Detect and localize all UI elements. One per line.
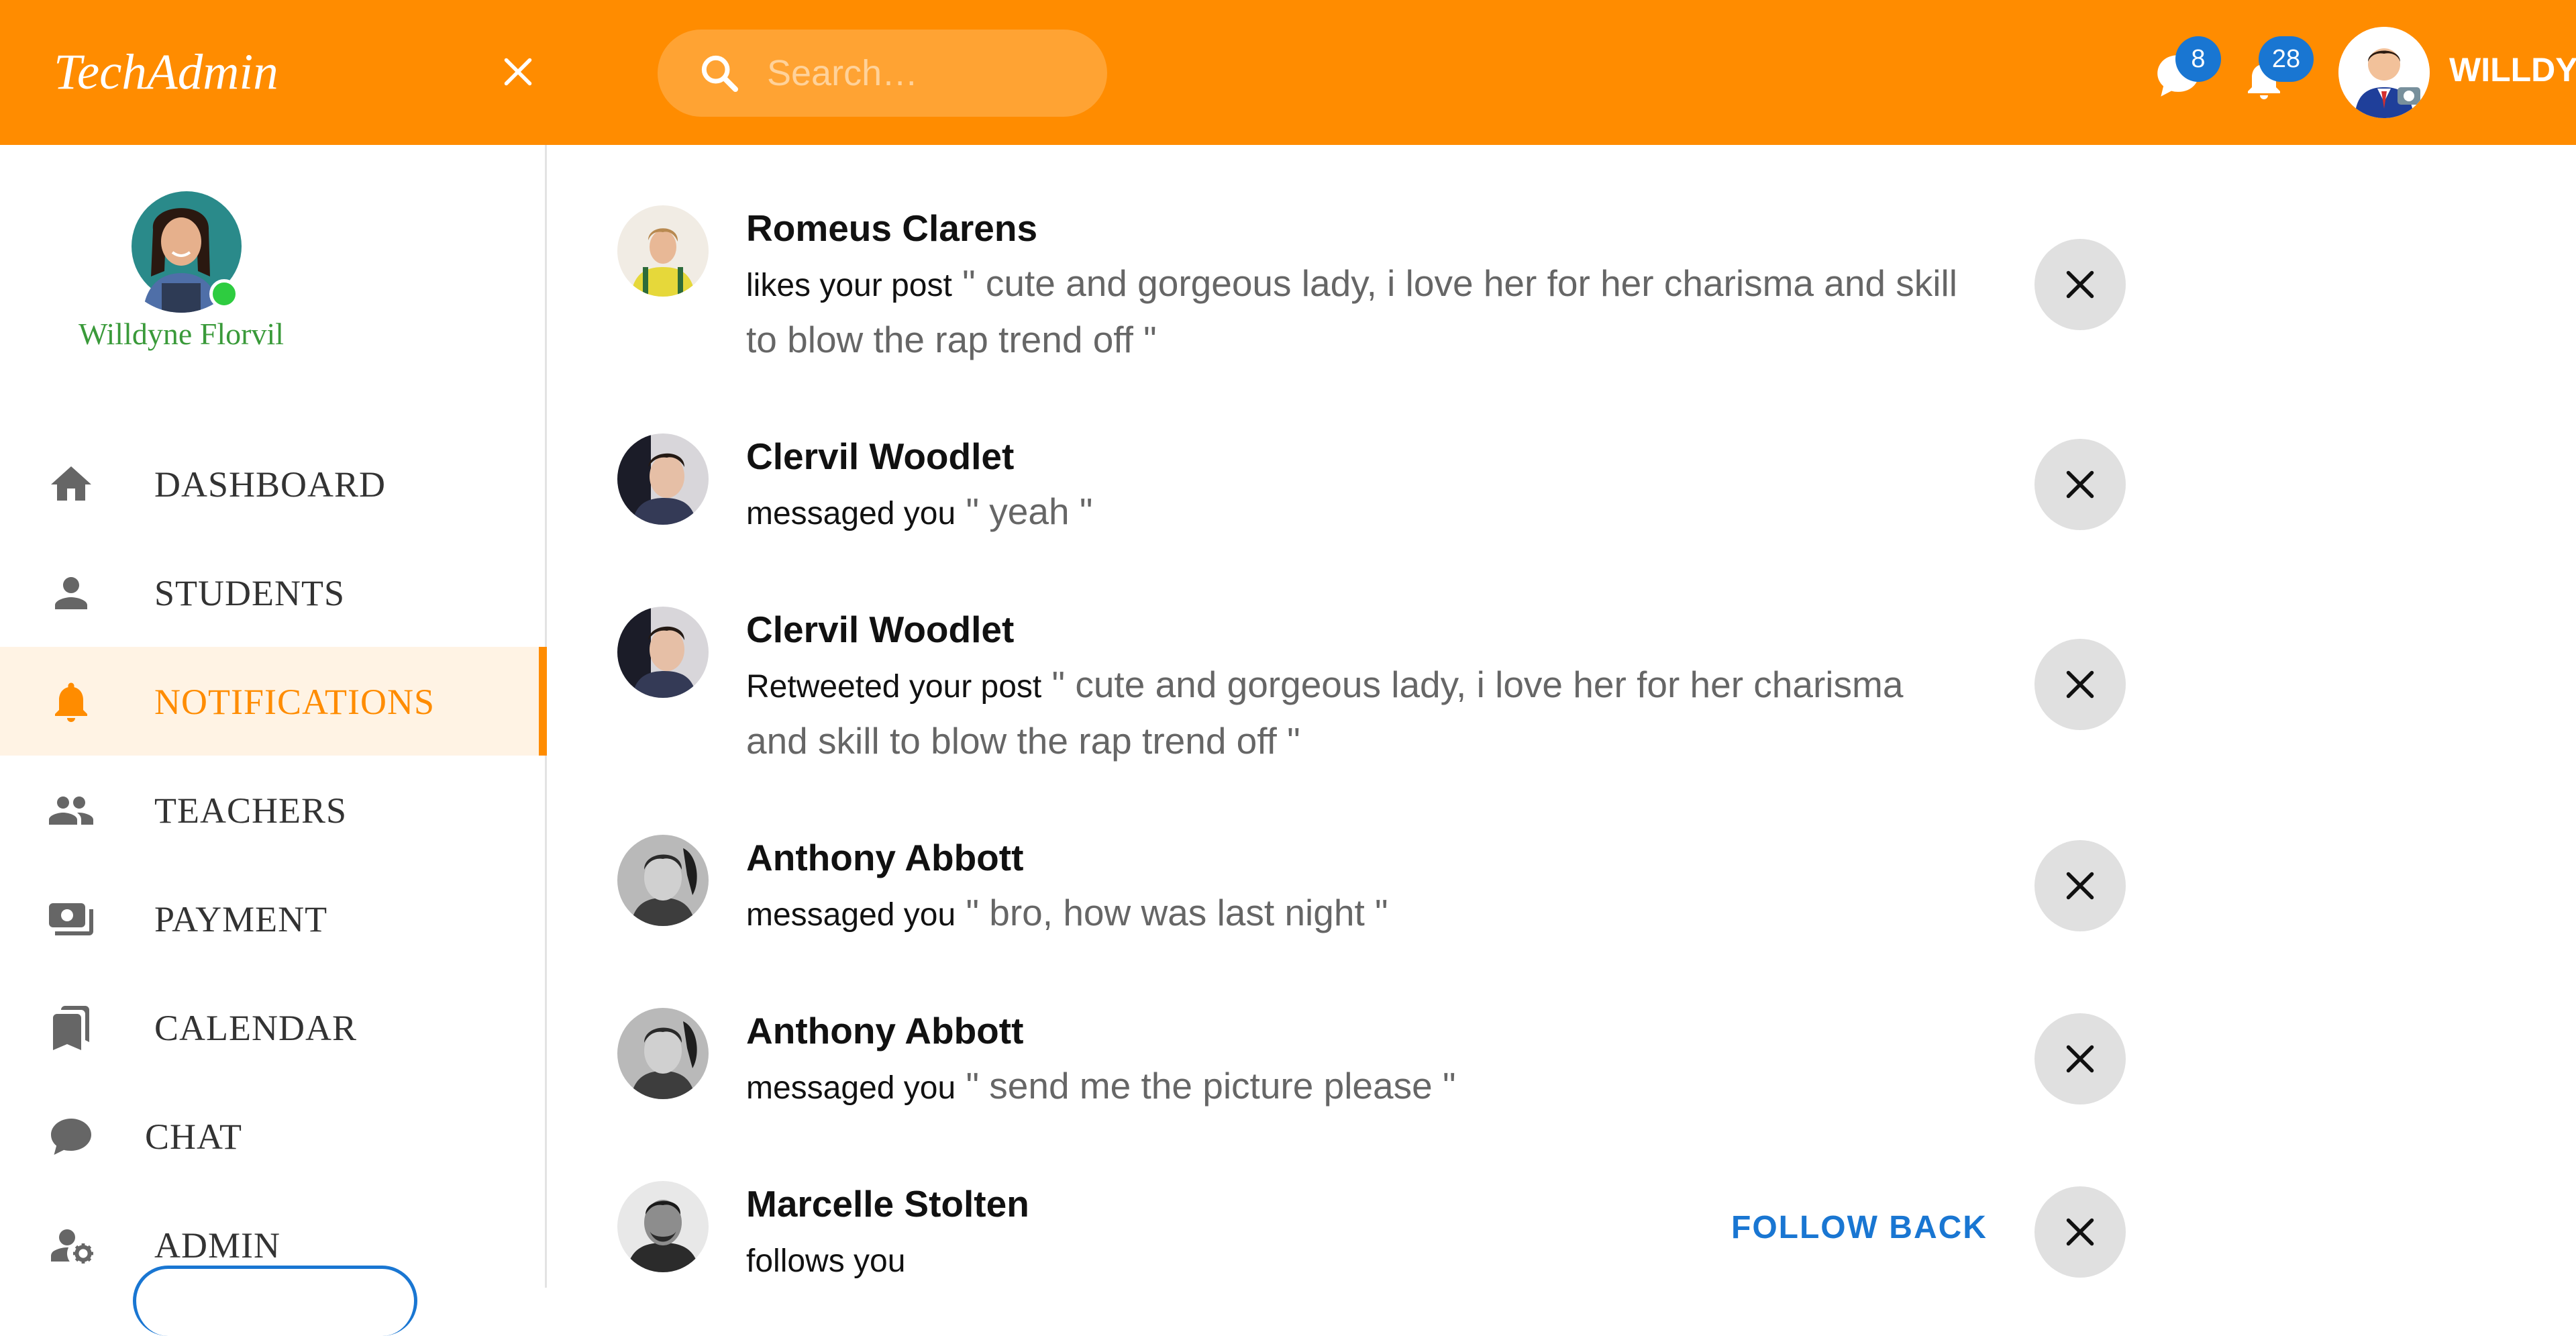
dismiss-button[interactable] bbox=[2034, 439, 2126, 530]
notification-item: Anthony Abbott messaged you " bro, how w… bbox=[617, 831, 2134, 952]
bookmarks-icon bbox=[53, 1006, 89, 1050]
notification-action: messaged you bbox=[746, 496, 956, 531]
dismiss-button[interactable] bbox=[2034, 239, 2126, 330]
app-brand[interactable]: TechAdmin bbox=[54, 39, 278, 106]
notification-sender[interactable]: Marcelle Stolten bbox=[746, 1182, 1029, 1225]
notification-action: likes your post bbox=[746, 268, 952, 303]
sidebar-item-dashboard[interactable]: DASHBOARD bbox=[0, 429, 545, 538]
close-icon bbox=[2066, 1045, 2094, 1073]
notification-action: messaged you bbox=[746, 897, 956, 933]
online-status-dot bbox=[209, 279, 239, 309]
top-app-bar: TechAdmin Search… 8 28 WILLDY bbox=[0, 0, 2576, 145]
notification-item: Anthony Abbott messaged you " send me th… bbox=[617, 1004, 2134, 1125]
sidebar-item-calendar[interactable]: CALENDAR bbox=[0, 973, 545, 1082]
user-name[interactable]: WILLDY bbox=[2449, 50, 2576, 90]
close-icon bbox=[2066, 270, 2094, 299]
sidebar-item-chat[interactable]: CHAT bbox=[0, 1082, 545, 1190]
user-avatar[interactable] bbox=[2338, 27, 2430, 118]
close-icon[interactable] bbox=[498, 52, 538, 92]
sidebar: Willdyne Florvil DASHBOARD STUDENTS NOTI… bbox=[0, 145, 547, 1336]
notification-action: follows you bbox=[746, 1243, 906, 1279]
notification-item: Clervil Woodlet Retweeted your post " cu… bbox=[617, 603, 2134, 777]
dismiss-button[interactable] bbox=[2034, 1186, 2126, 1278]
close-icon bbox=[2066, 872, 2094, 900]
notification-content: " bro, how was last night " bbox=[966, 892, 1388, 933]
close-icon bbox=[2066, 1218, 2094, 1246]
notification-avatar[interactable] bbox=[617, 433, 709, 525]
chat-bubble-icon bbox=[51, 1119, 91, 1155]
close-icon bbox=[2066, 470, 2094, 499]
sidebar-item-payment[interactable]: PAYMENT bbox=[0, 864, 545, 973]
sidebar-item-label: PAYMENT bbox=[154, 899, 328, 939]
notification-sender[interactable]: Clervil Woodlet bbox=[746, 608, 1014, 651]
notifications-badge: 28 bbox=[2259, 36, 2314, 82]
sidebar-item-label: NOTIFICATIONS bbox=[154, 682, 435, 722]
notification-sender[interactable]: Romeus Clarens bbox=[746, 207, 1037, 250]
group-icon bbox=[49, 797, 93, 825]
notification-sender[interactable]: Clervil Woodlet bbox=[746, 435, 1014, 478]
home-icon bbox=[51, 466, 91, 501]
notification-text: likes your post " cute and gorgeous lady… bbox=[746, 256, 1974, 366]
messages-badge: 8 bbox=[2175, 36, 2221, 82]
search-icon bbox=[701, 55, 738, 92]
notification-text: Retweeted your post " cute and gorgeous … bbox=[746, 658, 1974, 768]
notification-action: messaged you bbox=[746, 1070, 956, 1106]
payments-icon bbox=[49, 903, 93, 935]
sidebar-item-label: STUDENTS bbox=[154, 573, 346, 613]
notification-avatar[interactable] bbox=[617, 1008, 709, 1099]
notification-item: Clervil Woodlet messaged you " yeah " bbox=[617, 429, 2134, 550]
notification-avatar[interactable] bbox=[617, 835, 709, 926]
sidebar-button[interactable] bbox=[133, 1266, 417, 1336]
notification-content: " send me the picture please " bbox=[966, 1065, 1456, 1107]
notification-item: Marcelle Stolten follows you FOLLOW BACK bbox=[617, 1177, 2134, 1288]
notification-text: messaged you " send me the picture pleas… bbox=[746, 1059, 1974, 1115]
sidebar-item-teachers[interactable]: TEACHERS bbox=[0, 756, 545, 864]
sidebar-item-notifications[interactable]: NOTIFICATIONS bbox=[0, 647, 547, 756]
notification-avatar[interactable] bbox=[617, 1181, 709, 1272]
sidebar-item-label: CALENDAR bbox=[154, 1008, 357, 1048]
profile-name: Willdyne Florvil bbox=[78, 317, 285, 351]
notification-sender[interactable]: Anthony Abbott bbox=[746, 836, 1023, 879]
follow-back-button[interactable]: FOLLOW BACK bbox=[1731, 1208, 1988, 1248]
sidebar-item-label: CHAT bbox=[145, 1117, 243, 1157]
sidebar-item-label: TEACHERS bbox=[154, 790, 348, 831]
notification-action: Retweeted your post bbox=[746, 669, 1042, 705]
sidebar-item-label: DASHBOARD bbox=[154, 464, 387, 505]
sidebar-item-students[interactable]: STUDENTS bbox=[0, 538, 545, 647]
bell-icon bbox=[55, 682, 87, 722]
close-icon bbox=[2066, 670, 2094, 699]
notification-item: Romeus Clarens likes your post " cute an… bbox=[617, 201, 2134, 376]
dismiss-button[interactable] bbox=[2034, 639, 2126, 730]
dismiss-button[interactable] bbox=[2034, 840, 2126, 931]
search-input[interactable]: Search… bbox=[767, 53, 918, 93]
notification-avatar[interactable] bbox=[617, 607, 709, 698]
person-icon bbox=[55, 577, 87, 609]
notification-text: messaged you " yeah " bbox=[746, 484, 1974, 541]
notification-sender[interactable]: Anthony Abbott bbox=[746, 1009, 1023, 1052]
notification-avatar[interactable] bbox=[617, 205, 709, 297]
sidebar-item-label: ADMIN bbox=[154, 1225, 280, 1266]
dismiss-button[interactable] bbox=[2034, 1013, 2126, 1104]
notification-text: messaged you " bro, how was last night " bbox=[746, 886, 1974, 942]
search-bar[interactable]: Search… bbox=[658, 30, 1107, 117]
admin-settings-icon bbox=[51, 1229, 93, 1264]
notification-content: " yeah " bbox=[966, 491, 1093, 532]
